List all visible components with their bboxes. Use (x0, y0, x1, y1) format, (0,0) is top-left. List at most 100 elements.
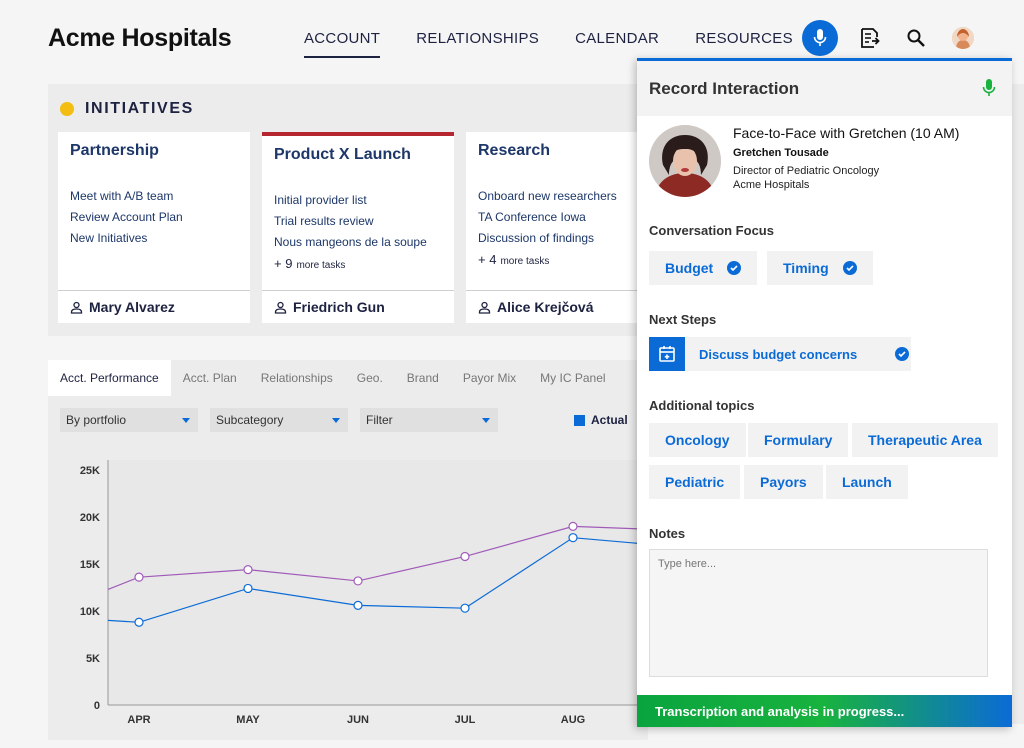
contact-avatar (649, 125, 721, 197)
tab-relationships[interactable]: Relationships (249, 360, 345, 396)
contact-name: Gretchen Tousade (733, 147, 829, 159)
task-list: Onboard new researchers TA Conference Io… (478, 186, 617, 272)
focus-chip-budget[interactable]: Budget (649, 251, 758, 285)
card-owner: Alice Krejčová (466, 290, 648, 323)
conversation-focus-label: Conversation Focus (649, 223, 774, 238)
contact-photo-image (649, 125, 721, 197)
microphone-recording-icon[interactable] (982, 78, 996, 98)
header-actions (802, 20, 974, 56)
owner-name: Mary Alvarez (89, 299, 175, 315)
task-item[interactable]: Nous mangeons de la soupe (274, 232, 427, 253)
microphone-icon (813, 29, 827, 46)
task-list: Initial provider list Trial results revi… (274, 190, 427, 276)
panel-header: Record Interaction (637, 61, 1012, 116)
y-tick-label: 10K (80, 606, 100, 618)
person-icon (70, 301, 83, 314)
microphone-button[interactable] (802, 20, 838, 56)
initiative-card-research[interactable]: Research Onboard new researchers TA Conf… (466, 132, 648, 323)
task-item[interactable]: Trial results review (274, 211, 427, 232)
topic-chip-launch[interactable]: Launch (826, 465, 908, 499)
user-avatar[interactable] (952, 27, 974, 49)
initiatives-header: INITIATIVES (60, 100, 194, 118)
contact-role: Director of Pediatric Oncology Acme Hosp… (733, 164, 1003, 192)
tab-my-ic-panel[interactable]: My IC Panel (528, 360, 617, 396)
owner-name: Friedrich Gun (293, 299, 385, 315)
subcategory-select[interactable]: Subcategory (210, 408, 348, 432)
chip-label: Budget (665, 260, 714, 276)
additional-topics-label: Additional topics (649, 398, 755, 413)
x-tick-label: MAY (236, 714, 260, 726)
task-list: Meet with A/B team Review Account Plan N… (70, 186, 183, 249)
task-item[interactable]: Initial provider list (274, 190, 427, 211)
y-tick-label: 20K (80, 512, 100, 524)
next-step-item[interactable]: Discuss budget concerns (649, 337, 911, 371)
tab-acct-performance[interactable]: Acct. Performance (48, 360, 171, 396)
nav-relationships[interactable]: RELATIONSHIPS (416, 30, 539, 58)
more-tasks-link[interactable]: + 9 more tasks (274, 253, 427, 276)
tab-brand[interactable]: Brand (395, 360, 451, 396)
topic-chip-payors[interactable]: Payors (744, 465, 823, 499)
filter-select[interactable]: Filter (360, 408, 498, 432)
notes-label: Notes (649, 526, 686, 541)
notes-input[interactable] (649, 549, 988, 677)
transcription-status-bar: Transcription and analysis in progress..… (637, 695, 1012, 727)
chart-svg: 0 5K 10K 15K 20K 25K APR MAY JUN JUL AUG (80, 460, 649, 726)
select-value: By portfolio (66, 413, 127, 427)
tab-geo[interactable]: Geo. (345, 360, 395, 396)
initiative-card-partnership[interactable]: Partnership Meet with A/B team Review Ac… (58, 132, 250, 323)
x-tick-label: AUG (561, 714, 585, 726)
check-circle-icon (842, 261, 857, 275)
meeting-title: Face-to-Face with Gretchen (10 AM) (733, 125, 960, 141)
check-circle-icon (727, 261, 742, 275)
topic-chip-therapeutic-area[interactable]: Therapeutic Area (852, 423, 998, 457)
background-edge (1012, 84, 1024, 724)
task-item[interactable]: Meet with A/B team (70, 186, 183, 207)
nav-resources[interactable]: RESOURCES (695, 30, 793, 58)
topic-chip-oncology[interactable]: Oncology (649, 423, 746, 457)
owner-name: Alice Krejčová (497, 299, 594, 315)
x-tick-label: JUL (455, 714, 476, 726)
card-title: Product X Launch (274, 146, 411, 163)
search-button[interactable] (902, 24, 930, 52)
nav-account[interactable]: ACCOUNT (304, 30, 381, 58)
avatar-image (952, 27, 974, 49)
data-point (568, 521, 578, 532)
topic-chip-pediatric[interactable]: Pediatric (649, 465, 741, 499)
performance-chart: 0 5K 10K 15K 20K 25K APR MAY JUN JUL AUG (48, 450, 649, 740)
more-tasks-link[interactable]: + 4 more tasks (478, 249, 617, 272)
y-tick-label: 15K (80, 559, 100, 571)
x-tick-label: APR (127, 714, 150, 726)
notes-export-button[interactable] (856, 24, 884, 52)
chart-legend: Actual (574, 413, 628, 427)
task-item[interactable]: Discussion of findings (478, 228, 617, 249)
y-tick-label: 0 (94, 700, 100, 712)
y-tick-label: 5K (86, 653, 100, 665)
plot-area (108, 460, 648, 705)
topic-chip-formulary[interactable]: Formulary (748, 423, 849, 457)
panel-title: Record Interaction (649, 79, 800, 98)
data-point (353, 600, 363, 610)
record-interaction-panel: Record Interaction Face-to-Face with Gre… (637, 58, 1012, 727)
calendar-add-icon (649, 337, 685, 371)
next-step-label: Discuss budget concerns (699, 346, 858, 362)
tab-payor-mix[interactable]: Payor Mix (451, 360, 528, 396)
focus-chip-timing[interactable]: Timing (767, 251, 873, 285)
nav-calendar[interactable]: CALENDAR (575, 30, 659, 58)
card-title: Partnership (70, 142, 159, 159)
task-item[interactable]: Onboard new researchers (478, 186, 617, 207)
card-owner: Mary Alvarez (58, 290, 250, 323)
person-icon (274, 301, 287, 314)
person-icon (478, 301, 491, 314)
notes-export-icon (861, 28, 880, 48)
contact-organization: Acme Hospitals (733, 179, 810, 191)
task-item[interactable]: TA Conference Iowa (478, 207, 617, 228)
tab-acct-plan[interactable]: Acct. Plan (171, 360, 249, 396)
initiative-card-product-x-launch[interactable]: Product X Launch Initial provider list T… (262, 132, 454, 323)
legend-label: Actual (591, 413, 628, 427)
task-item[interactable]: Review Account Plan (70, 207, 183, 228)
more-label: more tasks (296, 260, 346, 271)
legend-swatch (574, 414, 585, 426)
more-count: + 4 (478, 252, 497, 267)
task-item[interactable]: New Initiatives (70, 228, 183, 249)
portfolio-select[interactable]: By portfolio (60, 408, 198, 432)
